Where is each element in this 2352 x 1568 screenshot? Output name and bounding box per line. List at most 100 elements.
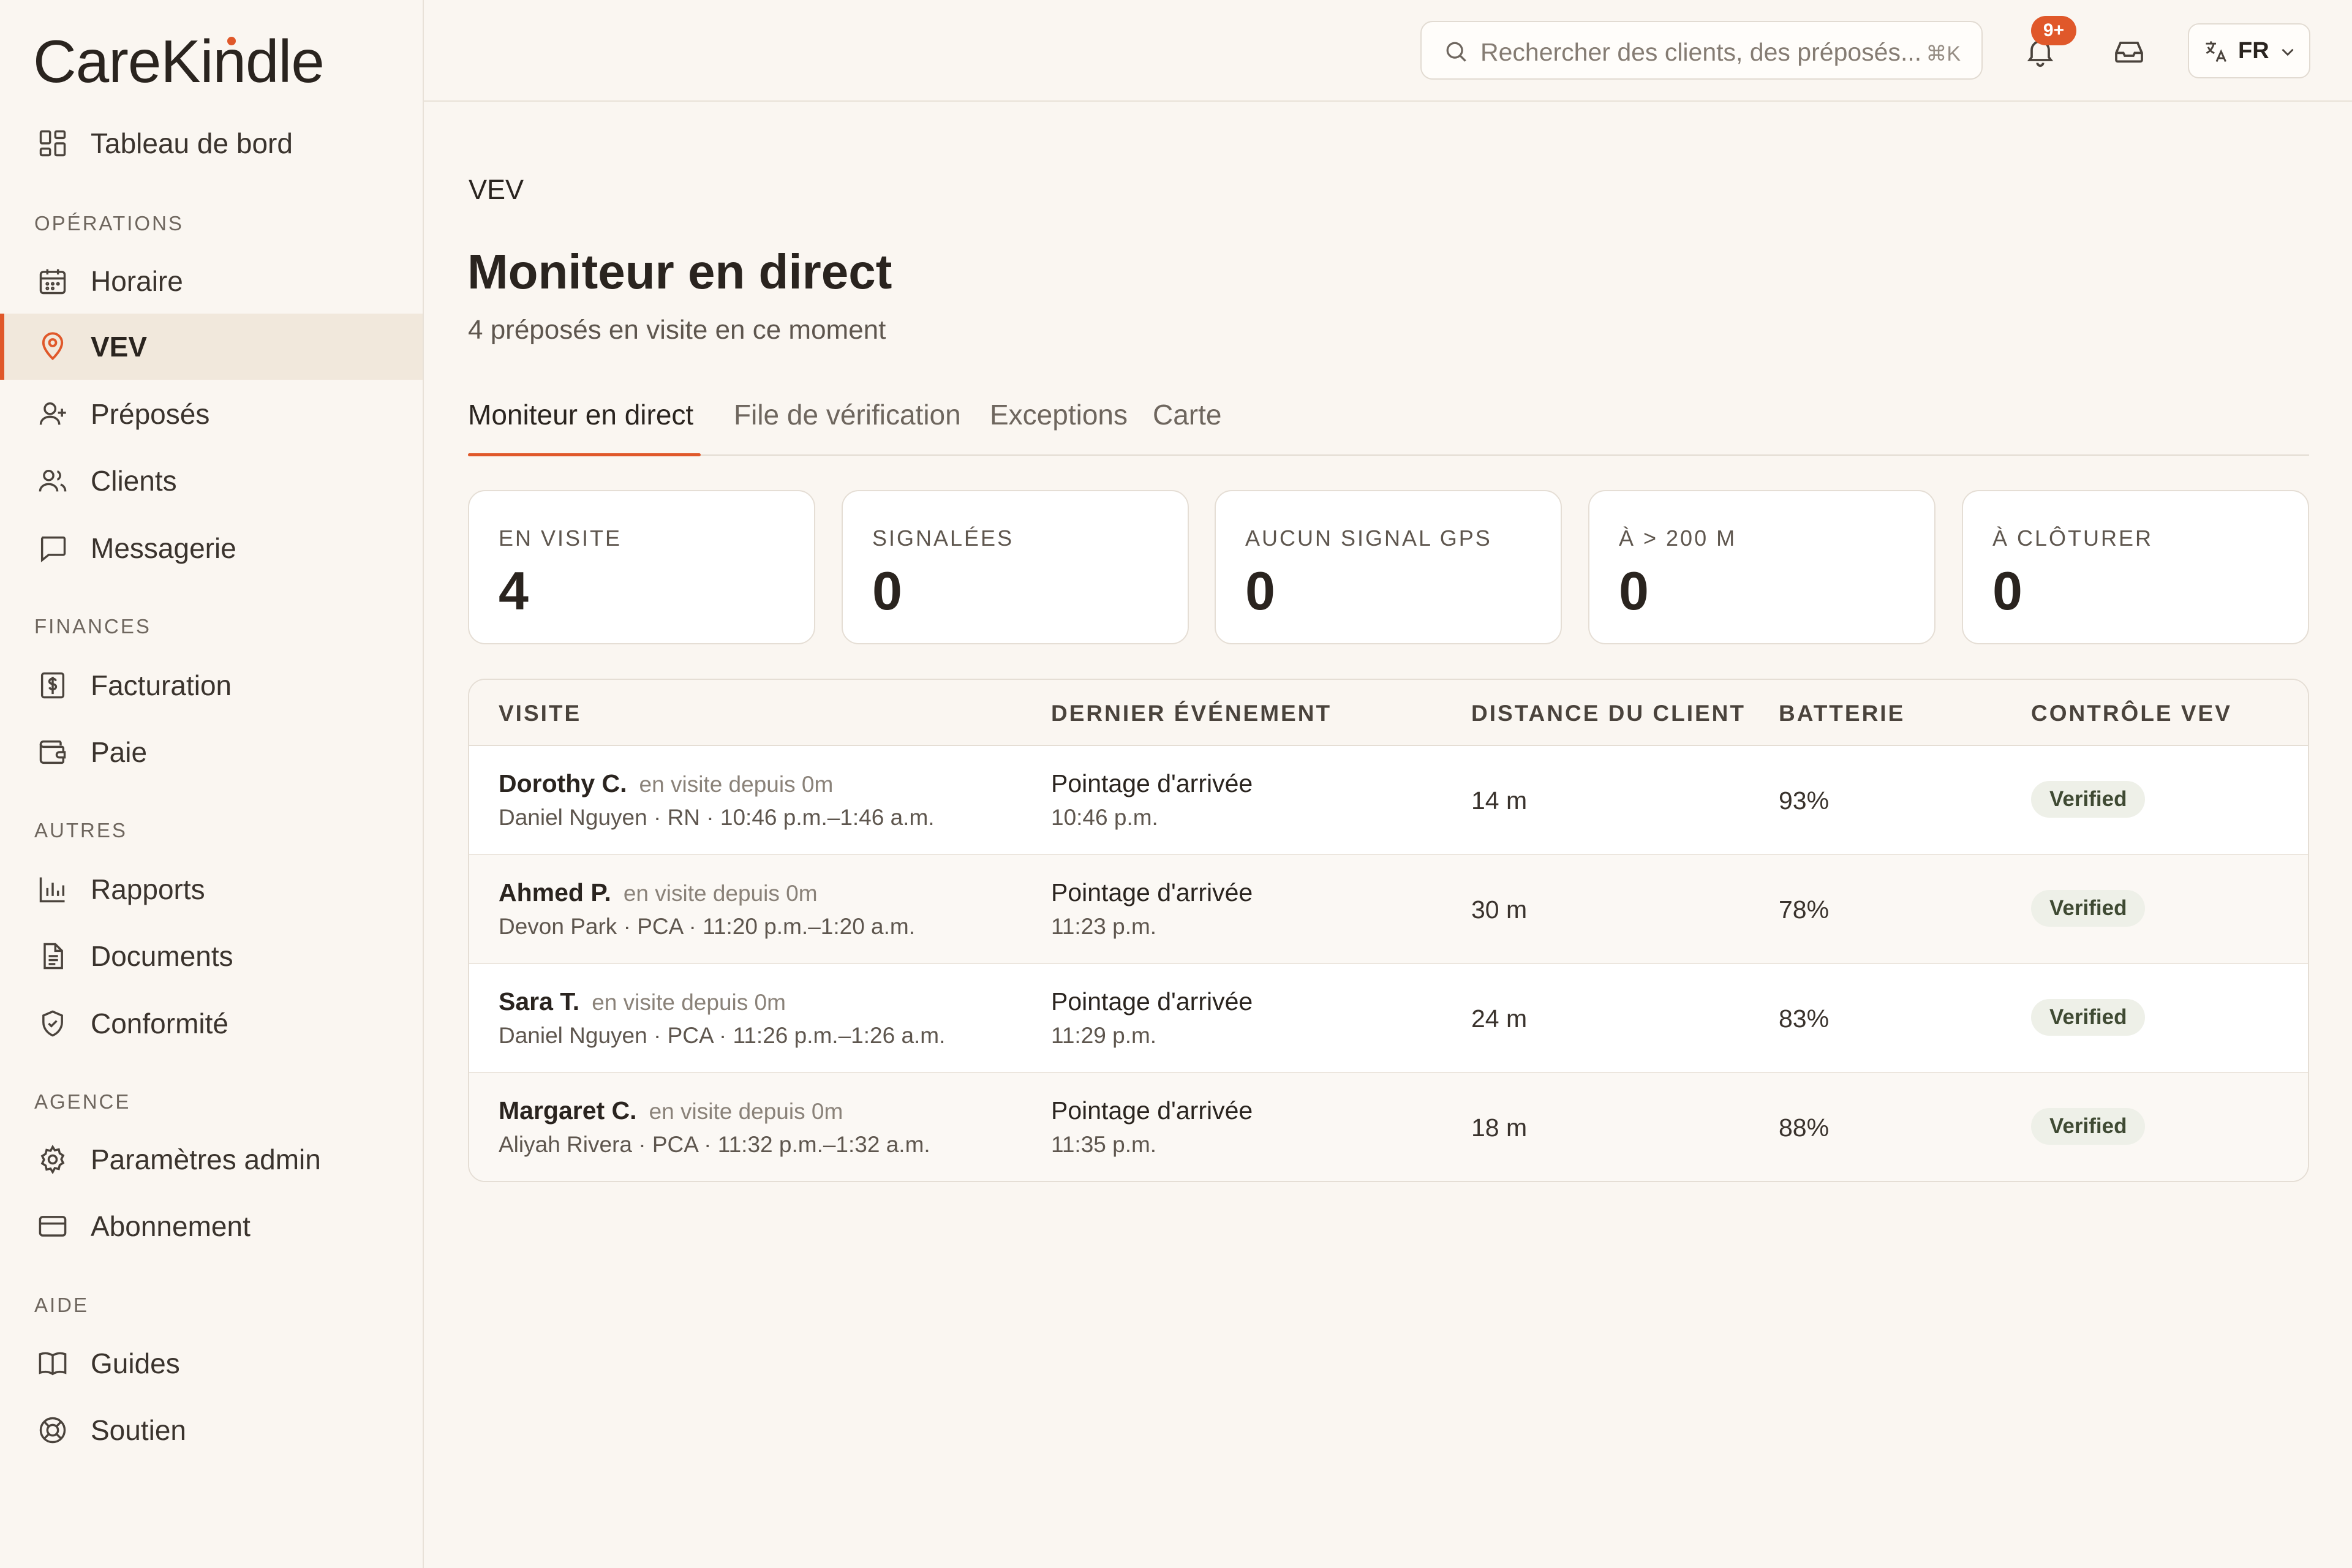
stat-card-en-visite[interactable]: EN VISITE 4 bbox=[468, 490, 815, 644]
stat-value: 4 bbox=[499, 560, 529, 621]
tab-carte[interactable]: Carte bbox=[1153, 398, 1221, 431]
app-logo[interactable]: CareKindle bbox=[33, 24, 325, 98]
stat-label: SIGNALÉES bbox=[872, 526, 1014, 551]
column-header-visite[interactable]: VISITE bbox=[499, 701, 581, 726]
column-header-distance[interactable]: DISTANCE DU CLIENT bbox=[1471, 701, 1746, 726]
sidebar-item-parametres-admin[interactable]: Paramètres admin bbox=[0, 1126, 423, 1193]
stat-card-a-cloturer[interactable]: À CLÔTURER 0 bbox=[1962, 490, 2309, 644]
client-name[interactable]: Sara T. bbox=[499, 987, 579, 1016]
battery-level: 88% bbox=[1779, 1114, 1830, 1142]
client-name[interactable]: Margaret C. bbox=[499, 1096, 637, 1125]
sidebar-item-label: Guides bbox=[91, 1348, 180, 1379]
stat-card-signalees[interactable]: SIGNALÉES 0 bbox=[842, 490, 1189, 644]
sidebar-item-vev[interactable]: VEV bbox=[0, 314, 423, 380]
client-name[interactable]: Dorothy C. bbox=[499, 769, 627, 797]
sidebar-item-paie[interactable]: Paie bbox=[0, 719, 423, 785]
status-badge: Verified bbox=[2031, 781, 2146, 818]
users-icon bbox=[37, 465, 69, 497]
last-event: Pointage d'arrivée bbox=[1051, 987, 1253, 1016]
stat-value: 0 bbox=[1619, 560, 1649, 621]
sidebar-item-label: Paramètres admin bbox=[91, 1144, 321, 1175]
search-shortcut: ⌘K bbox=[1926, 42, 1961, 66]
invoice-icon bbox=[37, 669, 69, 701]
sidebar-item-label: Facturation bbox=[91, 669, 232, 701]
visit-client: Margaret C. en visite depuis 0m bbox=[499, 1096, 843, 1125]
wallet-icon bbox=[37, 736, 69, 768]
stat-card-aucun-signal-gps[interactable]: AUCUN SIGNAL GPS 0 bbox=[1215, 490, 1562, 644]
tab-exceptions[interactable]: Exceptions bbox=[990, 398, 1128, 431]
sidebar-item-conformite[interactable]: Conformité bbox=[0, 990, 423, 1057]
tab-bar: Moniteur en direct File de vérification … bbox=[468, 392, 2309, 456]
sidebar-item-clients[interactable]: Clients bbox=[0, 448, 423, 514]
credit-card-icon bbox=[37, 1210, 69, 1242]
tab-file-de-verification[interactable]: File de vérification bbox=[734, 398, 961, 431]
evv-status: Verified bbox=[2031, 999, 2146, 1036]
stat-card-distance-200m[interactable]: À > 200 M 0 bbox=[1588, 490, 1936, 644]
tab-moniteur-en-direct[interactable]: Moniteur en direct bbox=[468, 398, 693, 431]
column-header-controle-vev[interactable]: CONTRÔLE VEV bbox=[2031, 701, 2232, 726]
visit-client: Ahmed P. en visite depuis 0m bbox=[499, 878, 818, 907]
table-row[interactable]: Dorothy C. en visite depuis 0m Daniel Ngu… bbox=[469, 746, 2308, 855]
stat-label: EN VISITE bbox=[499, 526, 622, 551]
client-distance: 14 m bbox=[1471, 786, 1528, 815]
last-event: Pointage d'arrivée bbox=[1051, 769, 1253, 797]
sidebar-item-label: VEV bbox=[91, 331, 148, 363]
column-header-batterie[interactable]: BATTERIE bbox=[1779, 701, 1905, 726]
visit-details: Daniel Nguyen · RN · 10:46 p.m.–1:46 a.m… bbox=[499, 805, 935, 830]
battery-level: 83% bbox=[1779, 1005, 1830, 1033]
sidebar-section-agence: AGENCE bbox=[34, 1090, 131, 1113]
client-distance: 30 m bbox=[1471, 895, 1528, 924]
search-input[interactable]: Rechercher des clients, des préposés... … bbox=[1420, 21, 1983, 80]
table-row[interactable]: Sara T. en visite depuis 0m Daniel Nguyen… bbox=[469, 964, 2308, 1073]
sidebar-item-guides[interactable]: Guides bbox=[0, 1330, 423, 1396]
visit-client: Sara T. en visite depuis 0m bbox=[499, 987, 786, 1016]
visit-duration: en visite depuis 0m bbox=[639, 772, 834, 797]
table-row[interactable]: Margaret C. en visite depuis 0m Aliyah Ri… bbox=[469, 1073, 2308, 1181]
bar-chart-icon bbox=[37, 873, 69, 905]
sidebar-item-label: Rapports bbox=[91, 873, 205, 905]
active-tab-indicator bbox=[468, 453, 701, 456]
translate-icon bbox=[2203, 38, 2230, 65]
sidebar-section-autres: AUTRES bbox=[34, 819, 127, 842]
sidebar-item-label: Documents bbox=[91, 940, 233, 972]
live-visits-table: VISITE DERNIER ÉVÉNEMENT DISTANCE DU CLI… bbox=[468, 679, 2309, 1182]
sidebar-item-label: Préposés bbox=[91, 398, 210, 430]
sidebar-item-dashboard[interactable]: Tableau de bord bbox=[0, 110, 423, 176]
stat-value: 0 bbox=[1245, 560, 1275, 621]
page-title: Moniteur en direct bbox=[467, 244, 892, 299]
table-header: VISITE DERNIER ÉVÉNEMENT DISTANCE DU CLI… bbox=[469, 680, 2308, 746]
sidebar-item-messagerie[interactable]: Messagerie bbox=[0, 515, 423, 581]
inbox-icon[interactable] bbox=[2112, 34, 2146, 69]
search-placeholder: Rechercher des clients, des préposés... bbox=[1480, 38, 1922, 66]
search-icon bbox=[1442, 38, 1469, 65]
sidebar-item-abonnement[interactable]: Abonnement bbox=[0, 1193, 423, 1259]
breadcrumb[interactable]: VEV bbox=[469, 174, 524, 206]
language-selector[interactable]: FR bbox=[2188, 23, 2310, 78]
stat-label: AUCUN SIGNAL GPS bbox=[1245, 526, 1492, 551]
chevron-down-icon bbox=[2277, 42, 2298, 62]
last-event-time: 11:23 p.m. bbox=[1051, 914, 1157, 939]
stat-label: À CLÔTURER bbox=[1992, 526, 2154, 551]
document-icon bbox=[37, 940, 69, 972]
sidebar-item-documents[interactable]: Documents bbox=[0, 923, 423, 989]
stat-value: 0 bbox=[1992, 560, 2022, 621]
visit-client: Dorothy C. en visite depuis 0m bbox=[499, 769, 833, 798]
shield-icon bbox=[37, 1008, 69, 1039]
sidebar-item-soutien[interactable]: Soutien bbox=[0, 1397, 423, 1463]
column-header-dernier-evenement[interactable]: DERNIER ÉVÉNEMENT bbox=[1051, 701, 1332, 726]
sidebar-item-facturation[interactable]: Facturation bbox=[0, 652, 423, 718]
sidebar-item-horaire[interactable]: Horaire bbox=[0, 248, 423, 314]
notifications-badge: 9+ bbox=[2031, 16, 2076, 45]
table-row[interactable]: Ahmed P. en visite depuis 0m Devon Park ·… bbox=[469, 855, 2308, 964]
status-badge: Verified bbox=[2031, 1108, 2146, 1145]
sidebar-section-operations: OPÉRATIONS bbox=[34, 212, 184, 235]
sidebar-item-label: Conformité bbox=[91, 1008, 228, 1039]
sidebar-item-rapports[interactable]: Rapports bbox=[0, 856, 423, 922]
sidebar-item-preposes[interactable]: Préposés bbox=[0, 381, 423, 447]
evv-status: Verified bbox=[2031, 1108, 2146, 1145]
client-name[interactable]: Ahmed P. bbox=[499, 878, 611, 907]
last-event: Pointage d'arrivée bbox=[1051, 878, 1253, 907]
battery-level: 93% bbox=[1779, 786, 1830, 815]
visit-duration: en visite depuis 0m bbox=[592, 990, 786, 1015]
topbar: Rechercher des clients, des préposés... … bbox=[424, 0, 2352, 102]
